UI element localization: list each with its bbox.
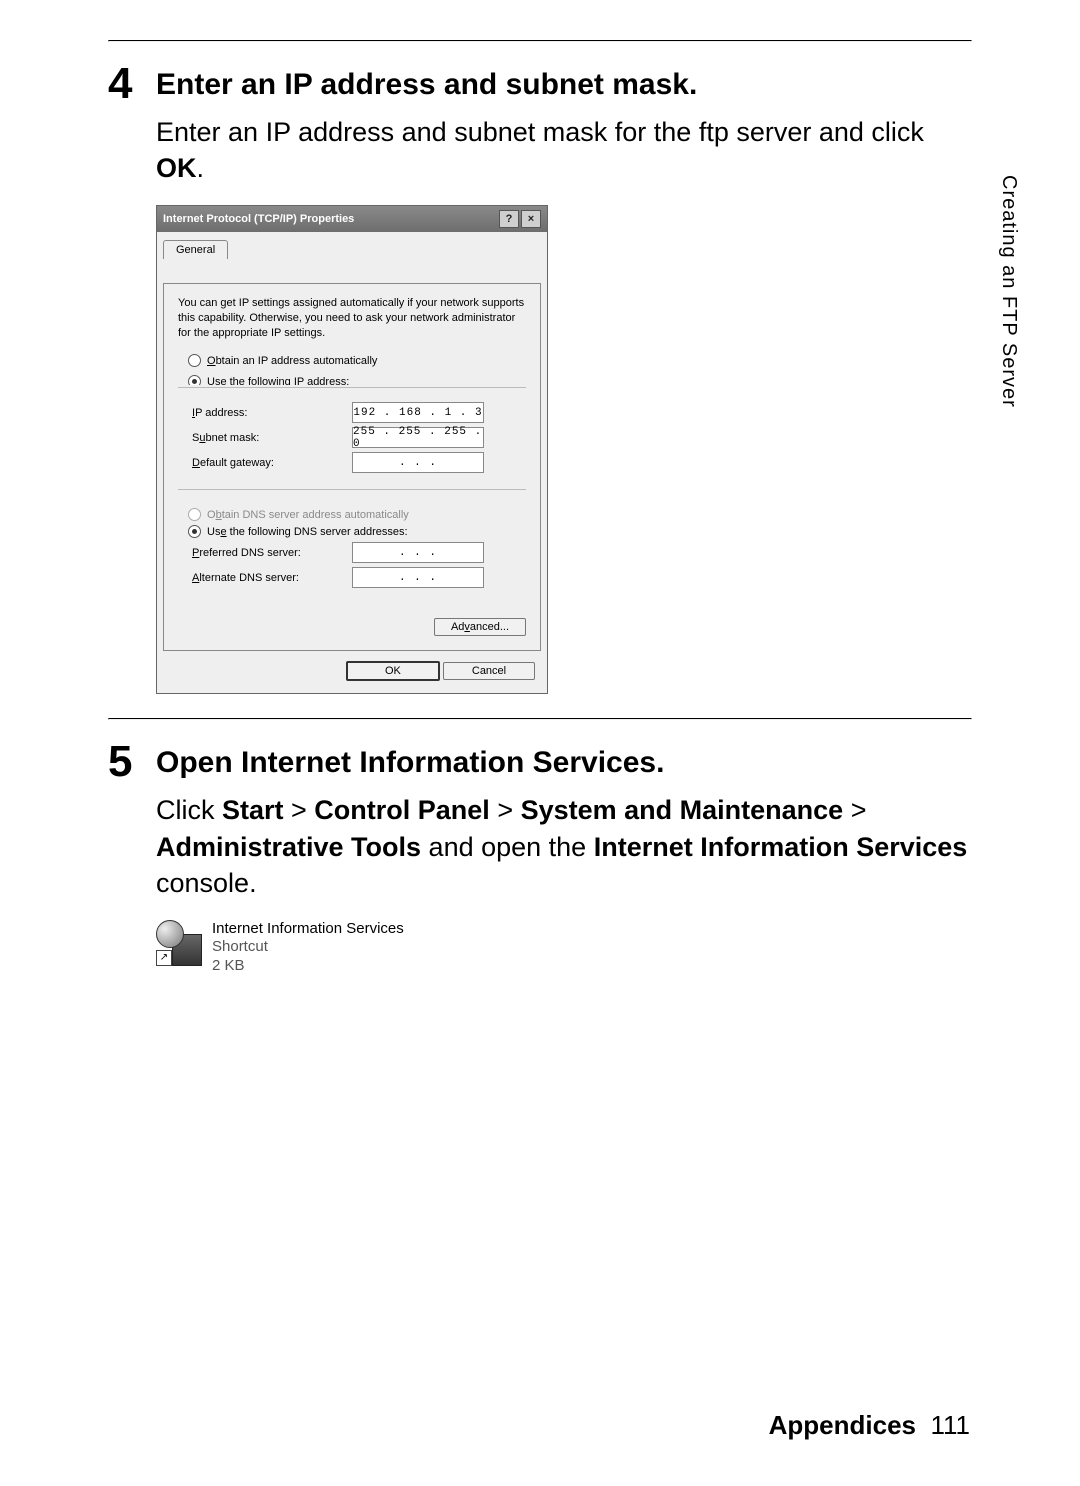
t: System and Maintenance xyxy=(521,795,844,825)
ip-input[interactable]: 192 . 168 . 1 . 3 xyxy=(352,402,484,423)
section-divider-mid xyxy=(108,718,972,720)
radio-obtain-dns-label: Obtain DNS server address automatically xyxy=(207,509,409,521)
radio-obtain-ip-label: Obtain an IP address automatically xyxy=(207,355,377,367)
section-side-label: Creating an FTP Server xyxy=(997,175,1020,408)
ip-label: IP address: xyxy=(192,407,352,419)
field-default-gateway: Default gateway: . . . xyxy=(192,452,526,473)
radio-icon xyxy=(188,354,201,367)
dialog-titlebar: Internet Protocol (TCP/IP) Properties ? … xyxy=(157,206,547,232)
close-button[interactable]: × xyxy=(521,210,541,228)
radio-icon xyxy=(188,508,201,521)
ok-button[interactable]: OK xyxy=(346,661,440,681)
t: console. xyxy=(156,868,257,898)
step-4-title: Enter an IP address and subnet mask. xyxy=(156,68,972,102)
iis-shortcut-meta: Internet Information Services Shortcut 2… xyxy=(212,920,404,976)
help-button[interactable]: ? xyxy=(499,210,519,228)
pref-dns-input[interactable]: . . . xyxy=(352,542,484,563)
t: > xyxy=(490,795,521,825)
step-5-text: Click Start > Control Panel > System and… xyxy=(156,792,972,901)
cancel-button[interactable]: Cancel xyxy=(443,662,535,680)
tcpip-properties-dialog: Internet Protocol (TCP/IP) Properties ? … xyxy=(156,205,548,695)
radio-use-ip[interactable]: Use the following IP address: xyxy=(188,375,526,385)
pref-dns-label: Preferred DNS server: xyxy=(192,547,352,559)
dialog-title: Internet Protocol (TCP/IP) Properties xyxy=(163,213,497,225)
t: Internet Information Services xyxy=(594,832,968,862)
step-4-text-bold: OK xyxy=(156,153,197,183)
t: > xyxy=(284,795,315,825)
field-ip-address: IP address: 192 . 168 . 1 . 3 xyxy=(192,402,526,423)
step-4-text: Enter an IP address and subnet mask for … xyxy=(156,114,972,187)
t: and open the xyxy=(421,832,594,862)
t: Control Panel xyxy=(314,795,490,825)
section-divider-top xyxy=(108,40,972,42)
footer-page-number: 111 xyxy=(930,1410,970,1440)
radio-use-dns[interactable]: Use the following DNS server addresses: xyxy=(188,525,526,538)
subnet-label: Subnet mask: xyxy=(192,432,352,444)
step-4: 4 Enter an IP address and subnet mask. E… xyxy=(108,62,972,694)
iis-shortcut-size: 2 KB xyxy=(212,957,404,976)
radio-obtain-ip[interactable]: Obtain an IP address automatically xyxy=(188,354,526,367)
gateway-label: Default gateway: xyxy=(192,457,352,469)
radio-obtain-dns: Obtain DNS server address automatically xyxy=(188,508,526,521)
iis-shortcut-type: Shortcut xyxy=(212,938,404,957)
gateway-input[interactable]: . . . xyxy=(352,452,484,473)
dialog-description: You can get IP settings assigned automat… xyxy=(178,296,526,341)
step-4-number: 4 xyxy=(108,62,156,106)
iis-shortcut-icon: ↗ xyxy=(156,920,202,966)
footer-section: Appendices xyxy=(769,1410,916,1440)
t: Click xyxy=(156,795,222,825)
advanced-button[interactable]: Advanced... xyxy=(434,618,526,636)
radio-use-ip-label: Use the following IP address: xyxy=(207,376,349,386)
step-5-title: Open Internet Information Services. xyxy=(156,746,972,780)
t: Administrative Tools xyxy=(156,832,421,862)
iis-shortcut[interactable]: ↗ Internet Information Services Shortcut… xyxy=(156,920,972,976)
page-footer: Appendices 111 xyxy=(769,1410,970,1441)
step-4-text-plain: Enter an IP address and subnet mask for … xyxy=(156,117,924,147)
radio-use-dns-label: Use the following DNS server addresses: xyxy=(207,526,408,538)
alt-dns-label: Alternate DNS server: xyxy=(192,572,352,584)
field-alternate-dns: Alternate DNS server: . . . xyxy=(192,567,526,588)
tab-general[interactable]: General xyxy=(163,240,228,259)
radio-icon xyxy=(188,375,201,385)
step-5-number: 5 xyxy=(108,740,156,784)
radio-icon xyxy=(188,525,201,538)
field-subnet-mask: Subnet mask: 255 . 255 . 255 . 0 xyxy=(192,427,526,448)
iis-shortcut-name: Internet Information Services xyxy=(212,920,404,939)
t: Start xyxy=(222,795,284,825)
step-4-text-after: . xyxy=(197,153,205,183)
field-preferred-dns: Preferred DNS server: . . . xyxy=(192,542,526,563)
subnet-input[interactable]: 255 . 255 . 255 . 0 xyxy=(352,427,484,448)
alt-dns-input[interactable]: . . . xyxy=(352,567,484,588)
t: > xyxy=(843,795,866,825)
step-5: 5 Open Internet Information Services. Cl… xyxy=(108,740,972,976)
